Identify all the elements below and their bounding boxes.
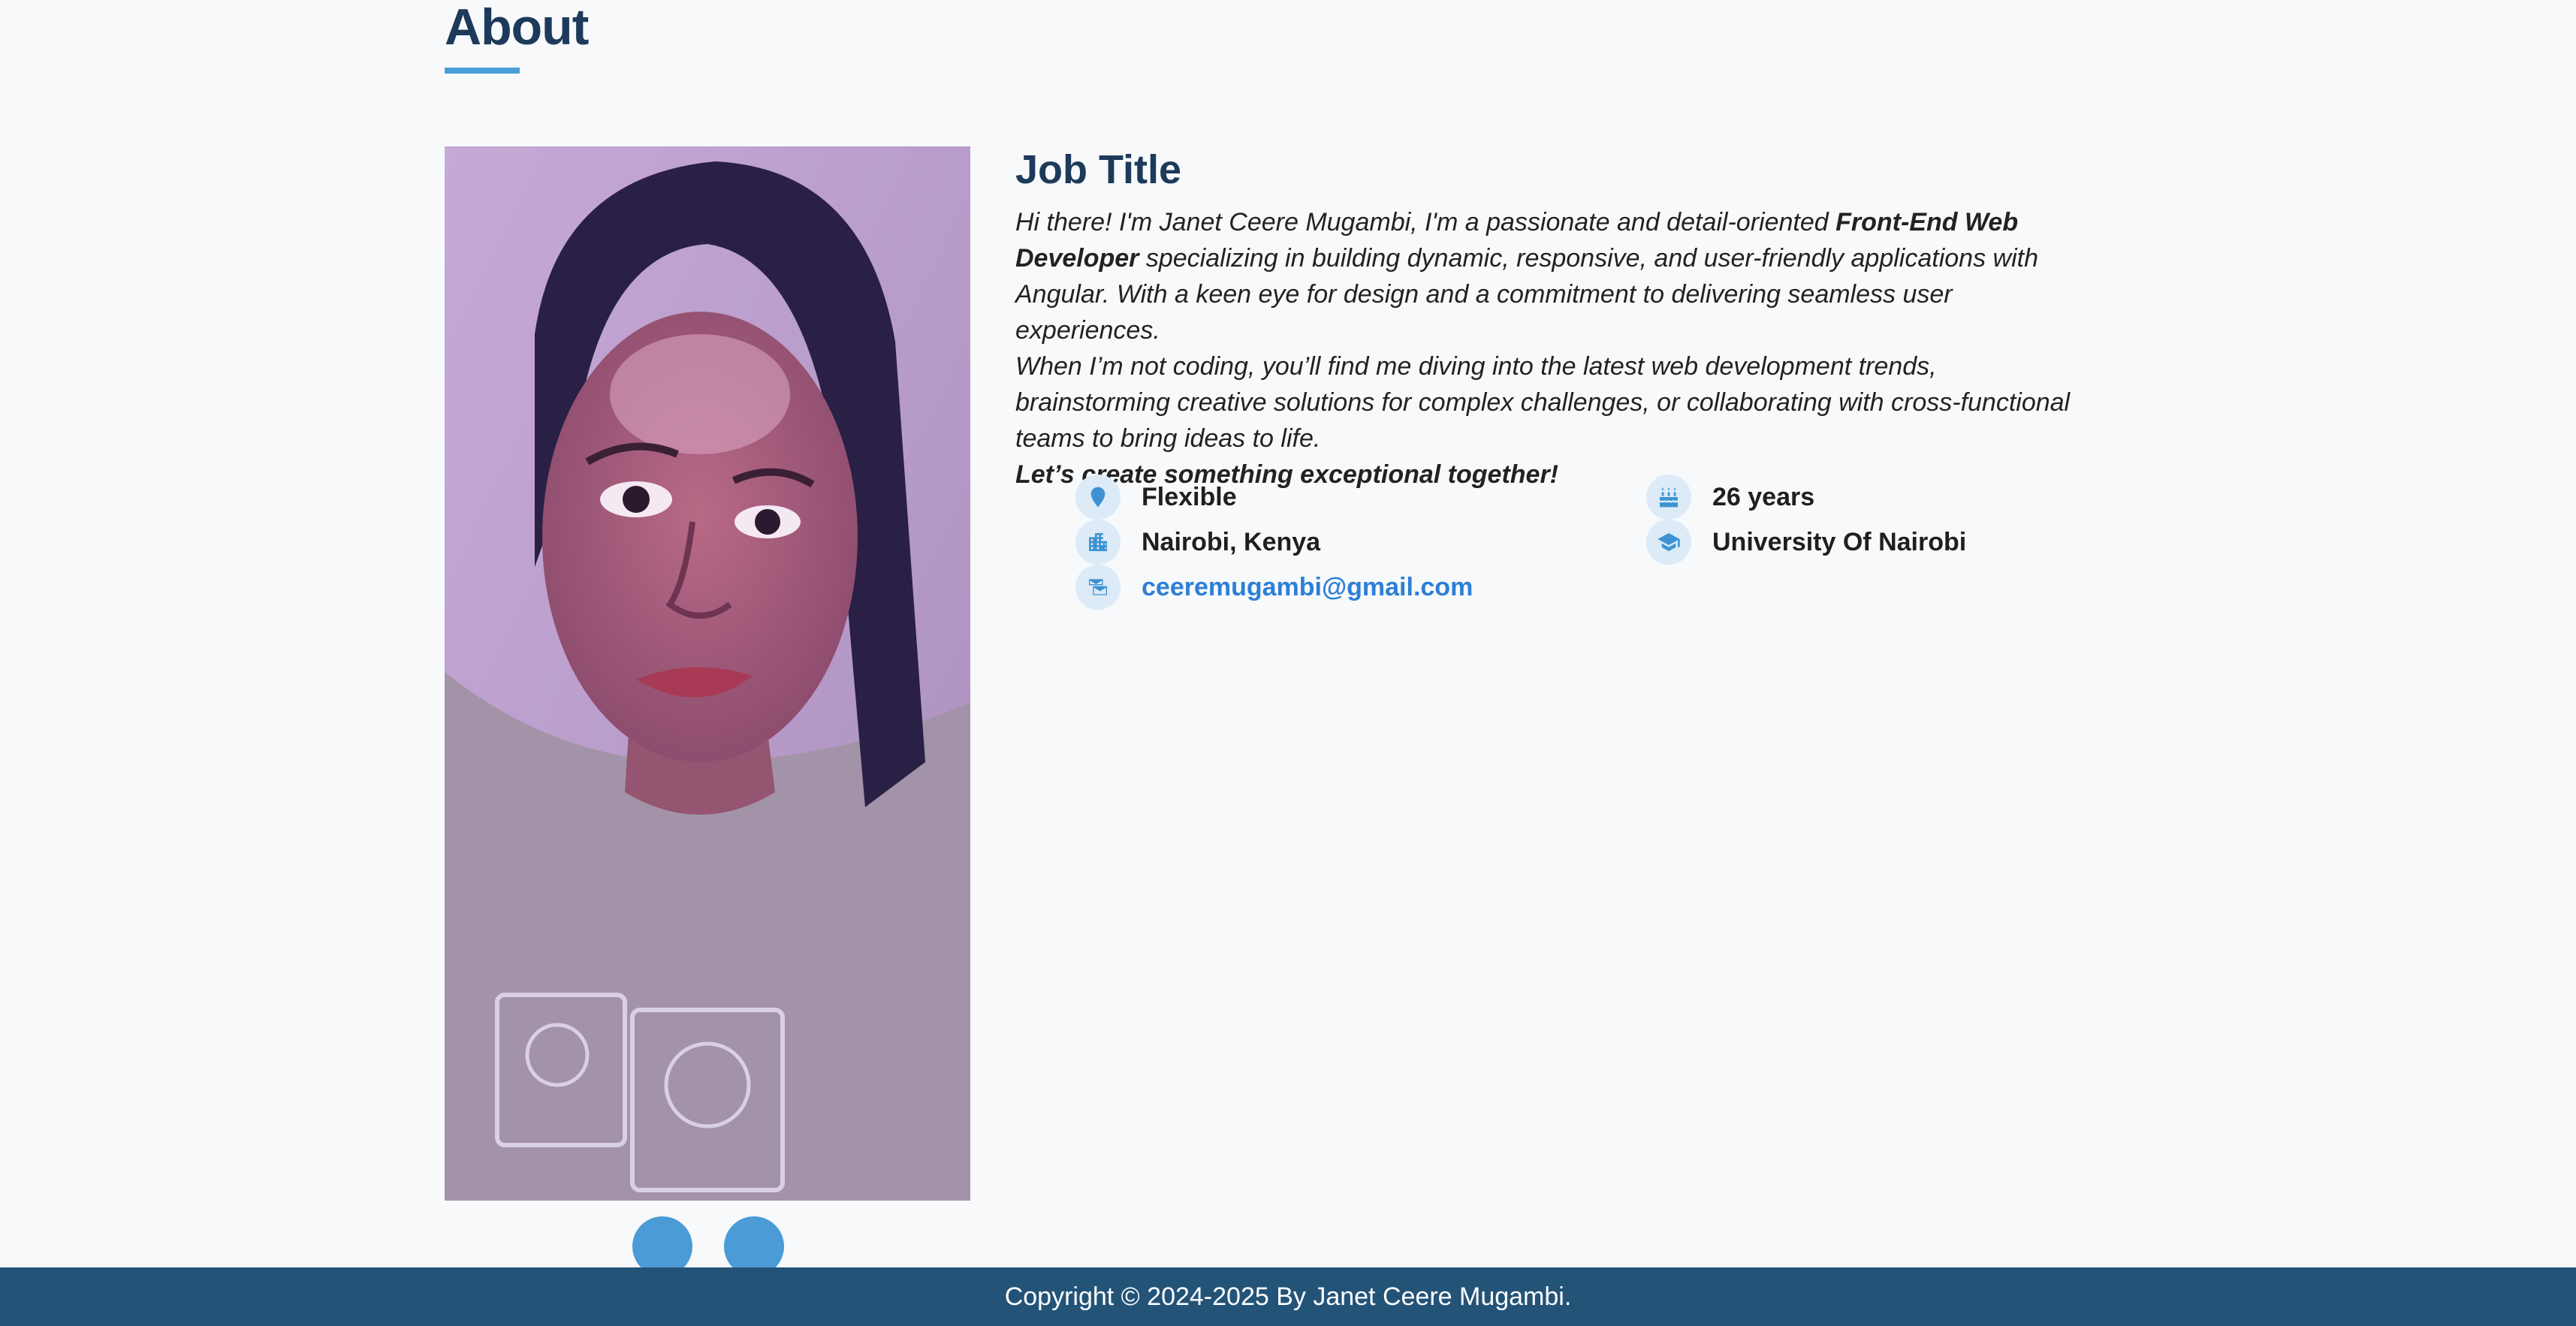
location-pin-icon	[1075, 475, 1121, 520]
envelope-icon	[1075, 565, 1121, 610]
bio-paragraph-2: When I’m not coding, you’ll find me divi…	[1015, 352, 2071, 453]
title-underline	[445, 68, 520, 74]
footer-copyright: Copyright © 2024-2025 By Janet Ceere Mug…	[1004, 1282, 1572, 1311]
job-title: Job Title	[1015, 147, 1182, 192]
birthday-cake-icon	[1646, 475, 1691, 520]
profile-photo	[445, 146, 970, 1201]
bio-p1-start: Hi there! I'm Janet Ceere Mugambi, I'm a…	[1015, 208, 1836, 237]
bio-p1-end: specializing in building dynamic, respon…	[1015, 244, 2038, 345]
about-content: Job Title Hi there! I'm Janet Ceere Muga…	[1015, 143, 2097, 610]
info-item-email: ceeremugambi@gmail.com	[1075, 565, 1473, 610]
footer: Copyright © 2024-2025 By Janet Ceere Mug…	[0, 1267, 2576, 1326]
info-city: Nairobi, Kenya	[1142, 527, 1321, 556]
email-link[interactable]: ceeremugambi@gmail.com	[1142, 573, 1473, 602]
bio-paragraph-1: Hi there! I'm Janet Ceere Mugambi, I'm a…	[1015, 204, 2097, 348]
info-item-education: University Of Nairobi	[1646, 520, 1966, 565]
city-buildings-icon	[1075, 520, 1121, 565]
info-item-age: 26 years	[1646, 475, 1814, 520]
section-title-about: About	[445, 0, 589, 56]
info-education: University Of Nairobi	[1712, 527, 1967, 556]
info-item-city: Nairobi, Kenya	[1075, 520, 1320, 565]
graduation-cap-icon	[1646, 520, 1691, 565]
bio: Hi there! I'm Janet Ceere Mugambi, I'm a…	[1015, 204, 2097, 493]
info-work-mode: Flexible	[1142, 482, 1237, 511]
info-item-work-mode: Flexible	[1075, 475, 1237, 520]
info-age: 26 years	[1712, 482, 1815, 511]
